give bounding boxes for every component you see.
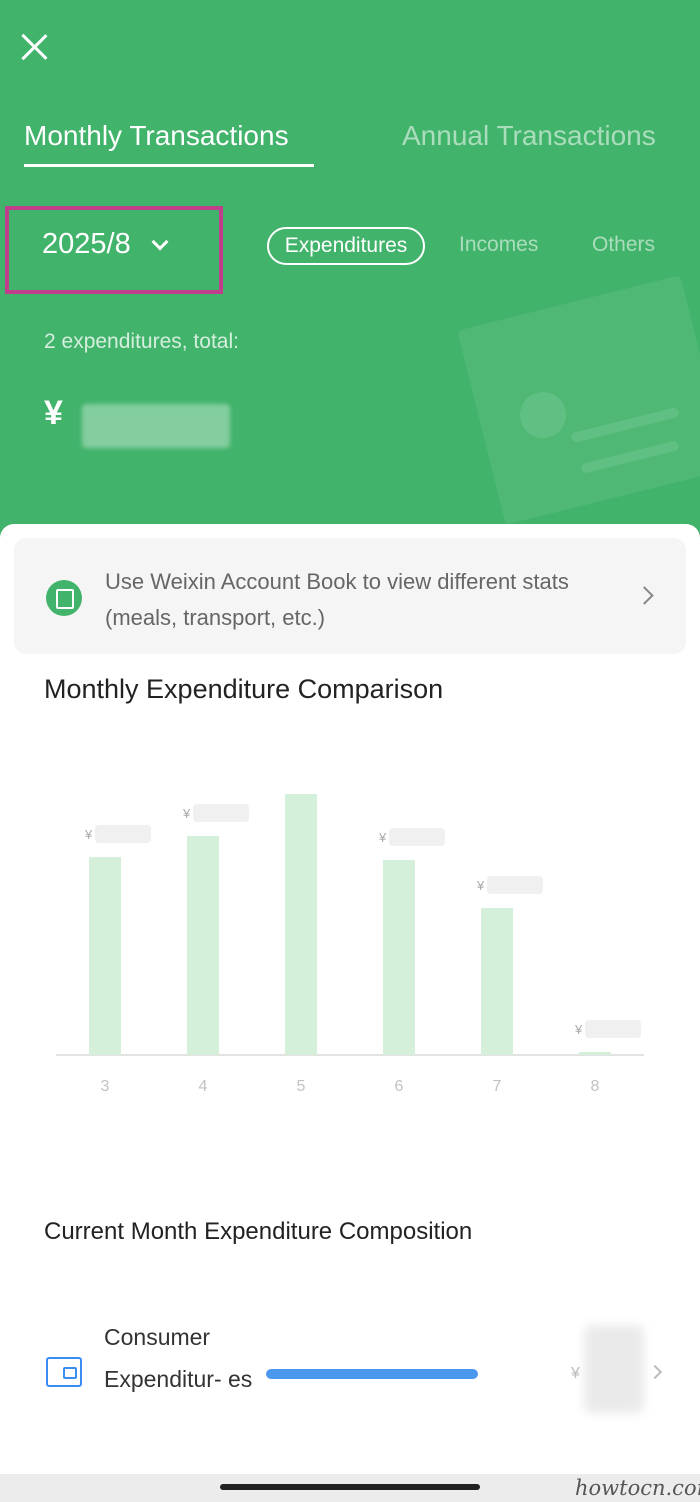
tip-text: Use Weixin Account Book to view differen… [105, 569, 569, 630]
currency-symbol: ¥ [44, 394, 63, 432]
monthly-comparison-chart: ¥3¥4¥5¥6¥7¥8 [56, 794, 644, 1095]
category-currency: ¥ [571, 1365, 580, 1382]
bar-value-label: ¥ [574, 1022, 583, 1037]
bar-value-label: ¥ [476, 878, 485, 893]
category-share-bar [266, 1369, 478, 1379]
blurred-bar-value [95, 825, 151, 843]
tab-annual-transactions[interactable]: Annual Transactions [402, 120, 656, 152]
watermark: howtocn.com [575, 1476, 700, 1500]
active-tab-underline [24, 164, 314, 167]
x-tick-label: 8 [591, 1078, 600, 1095]
blurred-bar-value [389, 828, 445, 846]
bar-month-3 [89, 857, 121, 1055]
x-tick-label: 5 [297, 1078, 306, 1095]
bar-month-7 [481, 908, 513, 1055]
bar-value-label: ¥ [84, 827, 93, 842]
category-label[interactable]: Consumer Expenditur- es [104, 1316, 254, 1400]
bar-value-label: ¥ [378, 830, 387, 845]
x-tick-label: 3 [101, 1078, 110, 1095]
x-tick-label: 6 [395, 1078, 404, 1095]
x-tick-label: 7 [493, 1078, 502, 1095]
segment-expenditures[interactable]: Expenditures [267, 227, 425, 265]
close-icon[interactable] [20, 32, 50, 62]
bar-month-4 [187, 836, 219, 1055]
bar-month-5 [285, 794, 317, 1055]
comparison-title: Monthly Expenditure Comparison [44, 674, 444, 704]
bar-month-8 [579, 1052, 611, 1055]
blurred-bar-value [193, 804, 249, 822]
segment-incomes[interactable]: Incomes [459, 233, 538, 257]
tab-monthly-transactions[interactable]: Monthly Transactions [24, 120, 289, 152]
blurred-bar-value [585, 1020, 641, 1038]
decorative-card-illustration [457, 275, 700, 525]
blurred-category-amount [584, 1325, 644, 1413]
segment-others[interactable]: Others [592, 233, 655, 257]
decorative-dot [520, 392, 566, 438]
header: Monthly Transactions Annual Transactions… [0, 0, 700, 560]
bar-value-label: ¥ [182, 806, 191, 821]
blurred-total-amount [82, 404, 230, 448]
home-indicator [220, 1484, 480, 1490]
x-tick-label: 4 [199, 1078, 208, 1095]
blurred-bar-value [487, 876, 543, 894]
wallet-icon [46, 1357, 82, 1387]
expenditure-count: 2 expenditures, total: [44, 330, 239, 353]
composition-title: Current Month Expenditure Composition [44, 1218, 473, 1245]
date-selector-value[interactable]: 2025/8 [42, 228, 131, 261]
account-book-icon [46, 580, 82, 616]
bar-month-6 [383, 860, 415, 1055]
